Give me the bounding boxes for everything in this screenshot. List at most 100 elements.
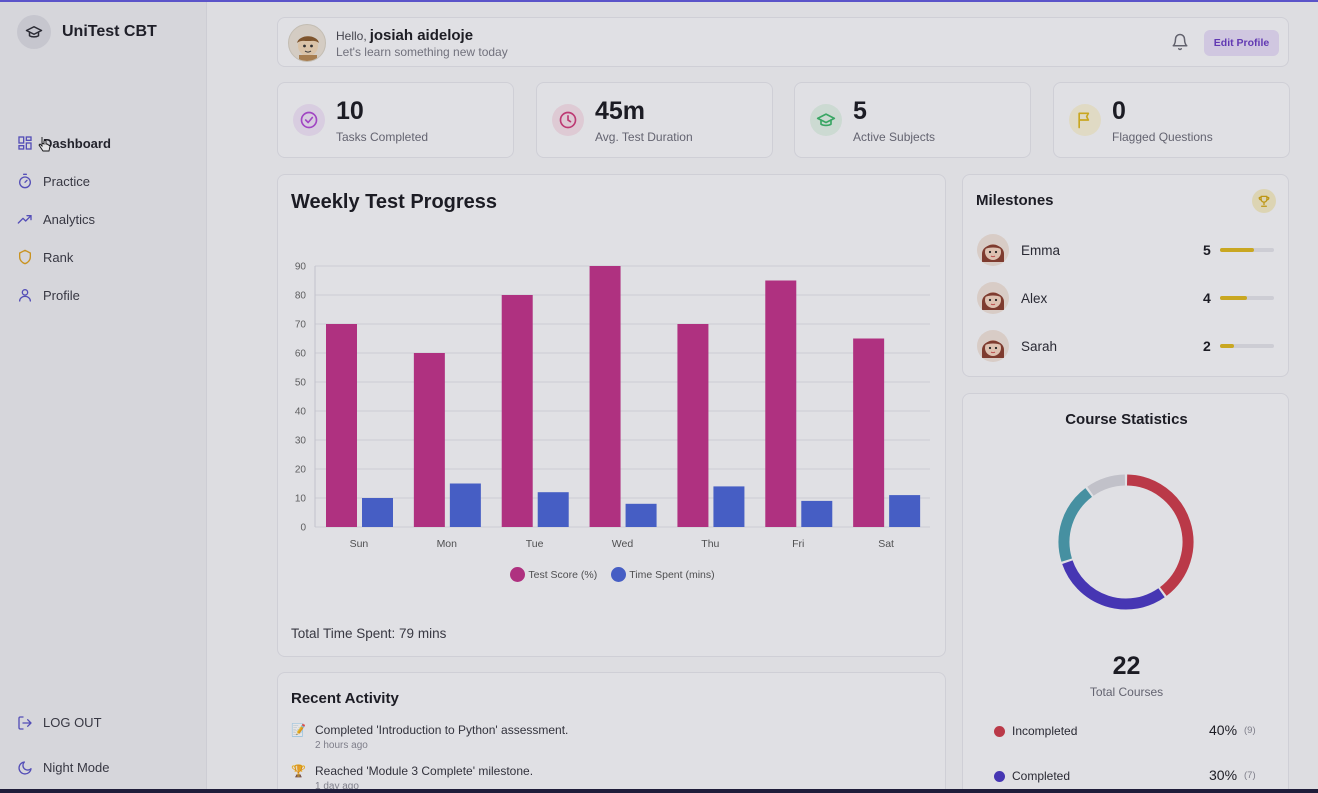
activity-text: Completed 'Introduction to Python' asses… [315, 723, 569, 737]
graduation-cap-icon [810, 104, 842, 136]
bar-time[interactable] [449, 483, 481, 528]
trophy-icon: 🏆 [291, 764, 306, 778]
sidebar-item-rank[interactable]: Rank [16, 238, 111, 276]
brand-name: UniTest CBT [62, 23, 157, 40]
milestone-score: 2 [1203, 338, 1211, 354]
course-stat-percent: 30% [1209, 767, 1238, 783]
milestone-name: Alex [1021, 291, 1048, 306]
total-courses-label: Total Courses [1089, 685, 1164, 699]
stat-card-subjects: 5 Active Subjects [794, 82, 1031, 158]
logout-button[interactable]: LOG OUT [16, 700, 109, 745]
bar-score[interactable] [326, 324, 357, 527]
avatar[interactable] [288, 24, 326, 62]
bar-score[interactable] [413, 353, 445, 527]
stat-label: Avg. Test Duration [595, 130, 693, 144]
course-stat-name: Completed [1012, 769, 1071, 783]
milestone-row[interactable]: Sarah 2 [977, 330, 1277, 364]
activity-text: Reached 'Module 3 Complete' milestone. [315, 764, 534, 778]
bar-chart: 0 10 20 30 40 50 60 70 80 90 Sun Mon Tue Wed Thu Fri Sat [295, 262, 930, 550]
flag-icon [1069, 104, 1101, 136]
greeting-text: Hello, [336, 29, 367, 43]
stat-value: 5 [853, 97, 867, 125]
bar-time[interactable] [801, 500, 833, 527]
donut-segment[interactable] [1062, 560, 1165, 610]
milestone-progress-fill [1220, 248, 1254, 252]
bar-score[interactable] [765, 280, 797, 528]
milestone-progress-bar [1220, 344, 1274, 348]
sidebar-item-label: Dashboard [43, 135, 111, 151]
edit-profile-button[interactable]: Edit Profile [1204, 30, 1279, 56]
milestone-row[interactable]: Alex 4 [977, 282, 1277, 316]
stat-label: Flagged Questions [1112, 130, 1213, 144]
stat-card-duration: 45m Avg. Test Duration [536, 82, 773, 158]
bar-score[interactable] [501, 295, 533, 527]
brand[interactable]: UniTest CBT [17, 15, 157, 49]
y-tick-label: 90 [295, 262, 307, 273]
milestone-name: Emma [1021, 243, 1061, 258]
course-stat-name: Incompleted [1012, 724, 1078, 738]
legend-item-time[interactable]: Time Spent (mins) [611, 567, 715, 582]
activity-time: 1 day ago [315, 781, 359, 789]
legend-item-score[interactable]: Test Score (%) [510, 567, 597, 582]
y-tick-label: 0 [300, 523, 306, 534]
user-name: josiah aideloje [369, 27, 474, 44]
x-tick-label: Tue [526, 538, 544, 550]
stat-value: 0 [1112, 97, 1126, 125]
memo-icon: 📝 [291, 723, 306, 737]
status-dot [994, 771, 1005, 782]
milestone-row[interactable]: Emma 5 [977, 234, 1277, 268]
bell-icon[interactable] [1171, 33, 1189, 56]
y-tick-label: 60 [295, 349, 307, 360]
donut-segment[interactable] [1087, 474, 1126, 496]
x-tick-label: Mon [437, 538, 458, 550]
sidebar-item-label: Rank [43, 249, 74, 265]
milestone-name: Sarah [1021, 339, 1058, 354]
avatar [977, 234, 1009, 266]
course-statistics-card: Course Statistics 22 Total Courses Incom… [962, 393, 1289, 789]
y-tick-label: 80 [295, 291, 307, 302]
sidebar-item-analytics[interactable]: Analytics [16, 200, 111, 238]
sidebar-bottom: LOG OUT Night Mode [16, 700, 109, 789]
y-tick-label: 40 [295, 407, 307, 418]
stopwatch-icon [16, 172, 34, 190]
milestones-title: Milestones [976, 192, 1054, 209]
activity-item: 🏆 Reached 'Module 3 Complete' milestone.… [291, 764, 533, 789]
check-circle-icon [293, 104, 325, 136]
sidebar-item-profile[interactable]: Profile [16, 276, 111, 314]
bar-time[interactable] [537, 492, 569, 527]
legend-label: Time Spent (mins) [629, 568, 715, 581]
status-dot [994, 726, 1005, 737]
avatar [977, 330, 1009, 362]
bar-time[interactable] [362, 498, 393, 527]
x-tick-label: Sat [878, 538, 894, 550]
bar-time[interactable] [625, 503, 657, 527]
bar-score[interactable] [589, 266, 621, 527]
donut-segment[interactable] [1126, 474, 1194, 596]
milestone-score: 5 [1203, 242, 1211, 258]
donut-segment[interactable] [1058, 488, 1093, 562]
x-tick-label: Thu [701, 538, 719, 550]
activity-item: 📝 Completed 'Introduction to Python' ass… [291, 723, 568, 751]
pointer-cursor-icon [38, 136, 52, 157]
stat-value: 10 [336, 97, 364, 125]
stat-card-flagged: 0 Flagged Questions [1053, 82, 1290, 158]
legend-swatch [611, 567, 627, 582]
night-mode-toggle[interactable]: Night Mode [16, 745, 109, 789]
bar-score[interactable] [677, 324, 709, 527]
grid-icon [16, 134, 34, 152]
bar-time[interactable] [713, 486, 745, 527]
sidebar-item-label: Practice [43, 173, 90, 189]
y-tick-label: 30 [295, 436, 307, 447]
sidebar-item-practice[interactable]: Practice [16, 162, 111, 200]
logout-label: LOG OUT [43, 715, 102, 730]
greeting: Hello, josiah aideloje [336, 27, 473, 44]
sidebar-item-dashboard[interactable]: Dashboard [16, 124, 111, 162]
bar-time[interactable] [889, 495, 921, 527]
bar-score[interactable] [853, 338, 885, 528]
moon-icon [16, 759, 34, 777]
top-header: Hello, josiah aideloje Let's learn someth… [277, 17, 1289, 67]
course-stat-row: Incompleted 40% (9) [994, 722, 1259, 742]
trending-up-icon [16, 210, 34, 228]
course-stats-title: Course Statistics [1065, 411, 1188, 428]
recent-activity-card: Recent Activity 📝 Completed 'Introductio… [277, 672, 946, 789]
